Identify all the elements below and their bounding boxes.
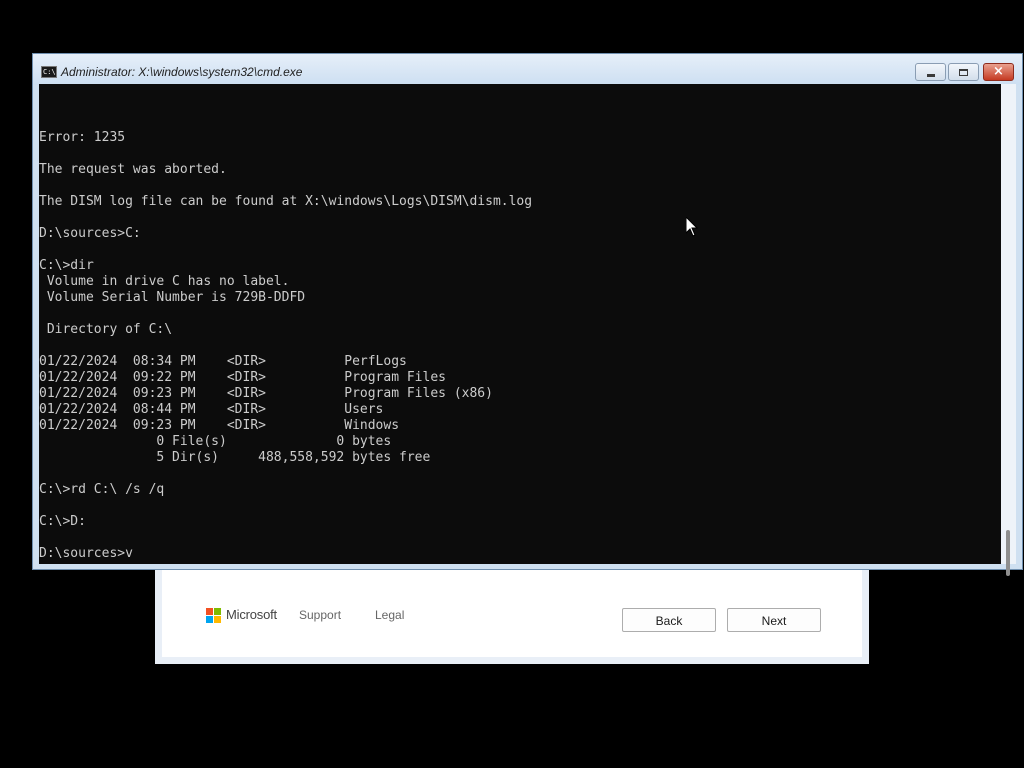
cmd-titlebar[interactable]: C:\ Administrator: X:\windows\system32\c…	[33, 54, 1022, 85]
scrollbar-thumb[interactable]	[1006, 530, 1010, 576]
console-line: 5 Dir(s) 488,558,592 bytes free	[39, 450, 431, 465]
logo-square-red	[206, 608, 213, 615]
logo-square-yellow	[214, 616, 221, 623]
legal-link[interactable]: Legal	[375, 608, 404, 622]
console-line: C:\>rd C:\ /s /q	[39, 482, 165, 497]
console-line: Volume in drive C has no label.	[39, 274, 290, 289]
cmd-icon[interactable]: C:\	[41, 66, 57, 78]
console-line: 01/22/2024 08:44 PM <DIR> Users	[39, 402, 384, 417]
setup-footer: Microsoft Support Legal Back Next	[162, 560, 862, 657]
minimize-icon	[926, 73, 935, 77]
console-line: Volume Serial Number is 729B-DDFD	[39, 290, 306, 305]
console-line: Directory of C:\	[39, 322, 173, 337]
console-line: D:\sources>C:	[39, 226, 141, 241]
logo-square-blue	[206, 616, 213, 623]
console-line: D:\sources>v	[39, 546, 133, 561]
microsoft-brand-label: Microsoft	[226, 607, 277, 622]
console-line: C:\>D:	[39, 514, 86, 529]
window-title: Administrator: X:\windows\system32\cmd.e…	[61, 65, 303, 79]
console-line: The DISM log file can be found at X:\win…	[39, 194, 533, 209]
logo-square-green	[214, 608, 221, 615]
console-line: 0 File(s) 0 bytes	[39, 434, 392, 449]
console-line: 01/22/2024 09:23 PM <DIR> Windows	[39, 418, 400, 433]
next-button[interactable]: Next	[727, 608, 821, 632]
maximize-icon	[959, 68, 968, 76]
console-output[interactable]: Error: 1235 The request was aborted. The…	[39, 84, 1001, 564]
console-line: 01/22/2024 08:34 PM <DIR> PerfLogs	[39, 354, 407, 369]
support-link[interactable]: Support	[299, 608, 341, 622]
cmd-window: C:\ Administrator: X:\windows\system32\c…	[32, 53, 1023, 576]
console-line: C:\>dir	[39, 258, 94, 273]
minimize-button[interactable]	[915, 63, 946, 81]
back-button[interactable]: Back	[622, 608, 716, 632]
console-line: Error: 1235	[39, 130, 126, 145]
close-button[interactable]: ×	[983, 63, 1014, 81]
close-icon: ×	[993, 64, 1004, 79]
console-line: 01/22/2024 09:23 PM <DIR> Program Files …	[39, 386, 493, 401]
maximize-button[interactable]	[948, 63, 979, 81]
microsoft-logo-icon	[206, 608, 222, 624]
windows-setup-window: Microsoft Support Legal Back Next	[155, 560, 869, 664]
console-text: Error: 1235 The request was aborted. The…	[39, 130, 532, 562]
console-line: 01/22/2024 09:22 PM <DIR> Program Files	[39, 370, 446, 385]
mouse-pointer-icon	[686, 217, 698, 237]
console-line: The request was aborted.	[39, 162, 227, 177]
vertical-scrollbar[interactable]	[1001, 84, 1016, 576]
